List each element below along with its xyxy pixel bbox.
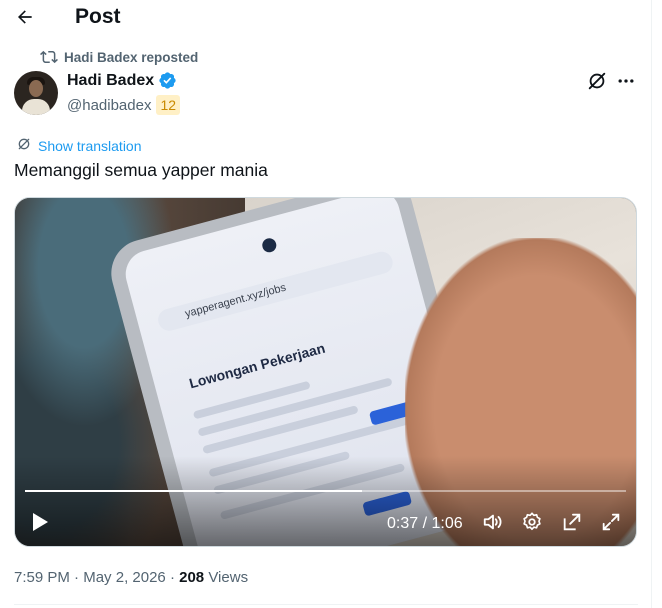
views-count: 208 [179,569,205,586]
settings-icon [521,511,543,538]
play-icon [31,512,49,537]
author-handle-row: @hadibadex 12 [67,95,181,115]
views-label: Views [208,569,249,586]
avatar-face [29,80,43,97]
page-header: Post [0,0,662,36]
more-button[interactable] [614,72,638,94]
repost-indicator[interactable]: Hadi Badex reposted [40,48,198,66]
affiliate-badge: 12 [156,95,181,115]
verified-badge-icon [158,71,177,90]
meta-separator: · [165,569,180,586]
avatar-shirt [22,99,50,115]
post-text: Memanggil semua yapper mania [14,160,268,180]
phone-url-bar: yapperagent.xyz/jobs [155,249,396,334]
post-time[interactable]: 7:59 PM [14,569,70,586]
show-translation-link[interactable]: Show translation [16,136,142,155]
column-border [651,0,652,608]
author-name-row[interactable]: Hadi Badex [67,71,177,90]
settings-button[interactable] [520,511,544,538]
more-icon [616,71,636,96]
author-name: Hadi Badex [67,71,155,89]
back-button[interactable] [10,4,40,34]
video-time: 0:37 / 1:06 [387,515,463,532]
video-progress-fill [25,490,362,492]
video-progress-bar[interactable] [25,490,626,492]
play-button[interactable] [29,512,51,537]
fullscreen-icon [600,511,622,538]
video-player[interactable]: yapperagent.xyz/jobs Lowongan Pekerjaan [14,197,637,547]
avatar[interactable] [14,71,58,115]
video-controls: 0:37 / 1:06 [15,506,636,542]
translate-icon [16,136,32,155]
post-page: Post Hadi Badex reposted Hadi Badex @had… [0,0,662,608]
volume-button[interactable] [481,512,505,536]
grok-button[interactable] [586,72,608,94]
phone-camera [260,236,278,254]
repost-label: Hadi Badex reposted [64,49,199,65]
meta-separator: · [69,569,84,586]
grok-icon [586,70,608,97]
author-handle[interactable]: @hadibadex [67,97,151,114]
post-meta: 7:59 PM · May 2, 2026 · 208 Views [14,569,248,586]
section-divider [14,604,638,605]
picture-in-picture-button[interactable] [560,512,584,536]
show-translation-label: Show translation [38,137,142,154]
arrow-left-icon [15,7,35,32]
picture-in-picture-icon [561,511,583,538]
phone-url-text: yapperagent.xyz/jobs [183,281,288,321]
page-title: Post [75,5,121,28]
volume-icon [482,511,504,538]
fullscreen-button[interactable] [599,512,623,536]
repost-icon [40,48,58,66]
post-date[interactable]: May 2, 2026 [83,569,166,586]
